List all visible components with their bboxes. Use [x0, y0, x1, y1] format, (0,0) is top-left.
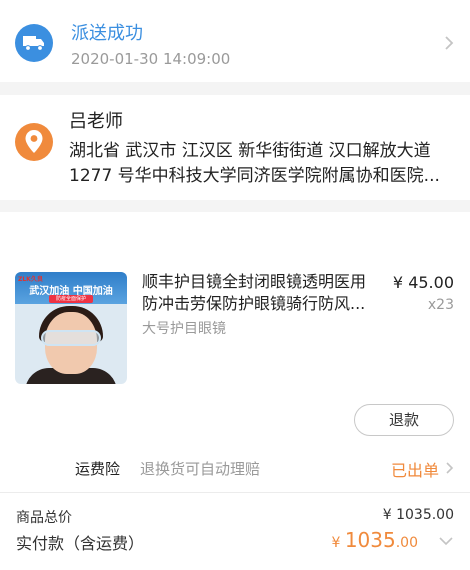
- thumbnail-tag: 防疫全面保护: [49, 295, 93, 303]
- shipping-insurance-status[interactable]: 已出单: [391, 457, 439, 481]
- product-thumbnail[interactable]: ZLK久良 武汉加油 中国加油 防疫全面保护: [15, 272, 127, 384]
- paid-amount-value: ¥ 1035.00: [331, 528, 418, 552]
- currency-symbol: ¥: [331, 535, 345, 551]
- address-line-2: 1277 号华中科技大学同济医学院附属协和医院...: [69, 166, 440, 186]
- goods-total-value: ¥ 1035.00: [382, 507, 454, 523]
- delivery-status-time: 2020-01-30 14:09:00: [71, 50, 231, 68]
- delivery-status-card[interactable]: 派送成功 2020-01-30 14:09:00: [0, 0, 470, 82]
- truck-icon: [15, 24, 53, 62]
- product-title-line-2: 防冲击劳保防护眼镜骑行防风...: [142, 294, 366, 313]
- paid-amount-label: 实付款（含运费）: [16, 534, 145, 553]
- goods-total-label: 商品总价: [16, 510, 72, 526]
- chevron-right-icon[interactable]: [444, 35, 454, 51]
- order-product-card: ZLK久良 武汉加油 中国加油 防疫全面保护 顺丰护目镜全封闭眼镜透明医用 防冲…: [0, 212, 470, 570]
- location-pin-icon: [15, 123, 53, 161]
- product-title-line-1: 顺丰护目镜全封闭眼镜透明医用: [142, 272, 367, 291]
- thumbnail-goggles: [41, 330, 101, 346]
- recipient-name: 吕老师: [69, 111, 123, 132]
- refund-button[interactable]: 退款: [354, 404, 454, 436]
- product-price: ¥ 45.00: [392, 273, 454, 292]
- paid-amount-decimal: .00: [395, 535, 418, 551]
- shipping-insurance-desc: 退换货可自动理赔: [140, 460, 261, 478]
- chevron-right-icon[interactable]: [445, 461, 454, 475]
- paid-amount-integer: 1035: [344, 528, 396, 552]
- delivery-status-title: 派送成功: [71, 23, 143, 44]
- chevron-down-icon[interactable]: [438, 536, 454, 546]
- address-line-1: 湖北省 武汉市 江汉区 新华街街道 汉口解放大道: [69, 141, 431, 161]
- divider: [0, 492, 470, 493]
- shipping-address-card: 吕老师 湖北省 武汉市 江汉区 新华街街道 汉口解放大道 1277 号华中科技大…: [0, 95, 470, 200]
- product-quantity: x23: [427, 297, 454, 313]
- product-title[interactable]: 顺丰护目镜全封闭眼镜透明医用 防冲击劳保防护眼镜骑行防风...: [142, 271, 380, 315]
- shipping-insurance-label: 运费险: [75, 460, 121, 478]
- product-variant: 大号护目眼镜: [142, 321, 226, 337]
